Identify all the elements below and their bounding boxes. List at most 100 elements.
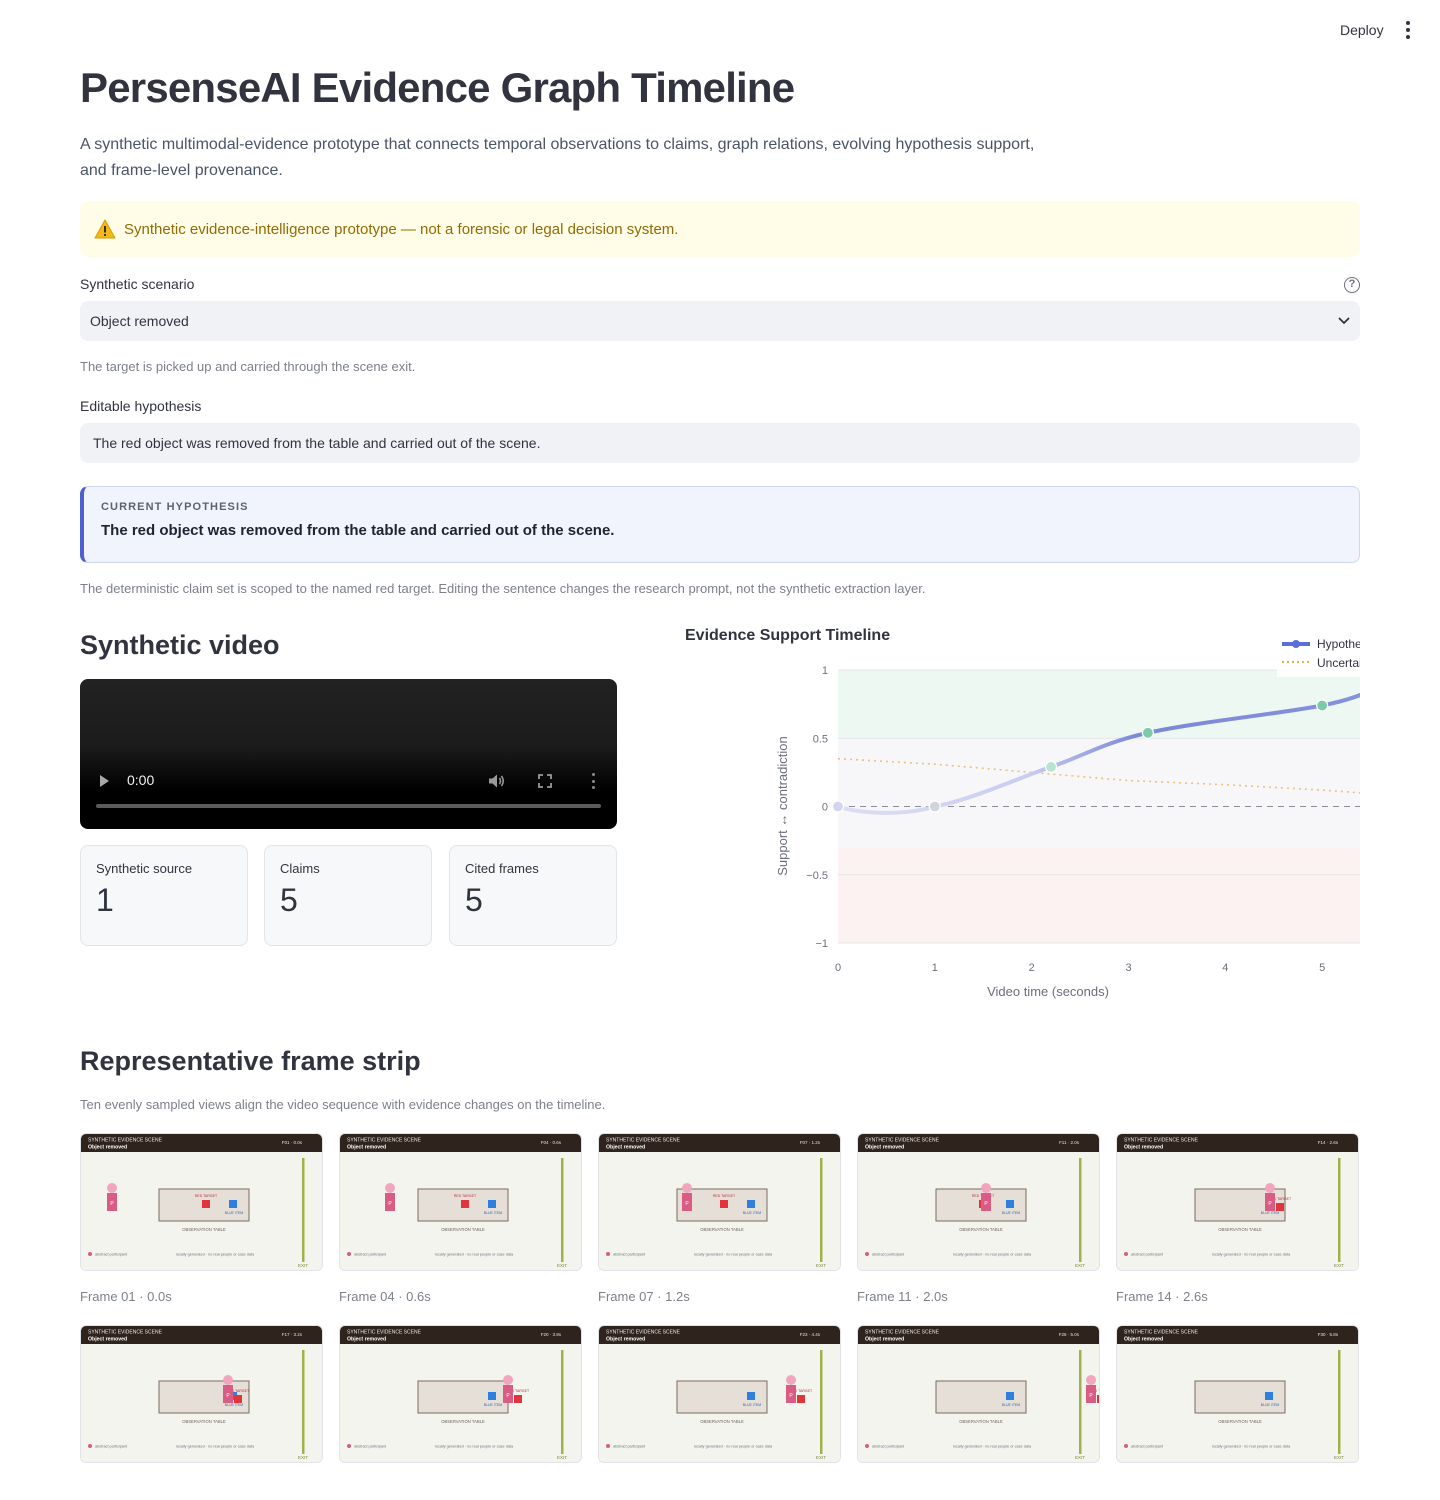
page-subtitle: A synthetic multimodal-evidence prototyp… (80, 136, 1035, 179)
frame-tag: F26 · 5.0s (1059, 1332, 1080, 1337)
x-tick-label: 2 (1029, 962, 1035, 974)
blue-item-label: BLUE ITEM (1261, 1211, 1280, 1215)
frame-thumbnail[interactable]: SYNTHETIC EVIDENCE SCENE Object removed F2… (857, 1325, 1100, 1463)
scene-title: SYNTHETIC EVIDENCE SCENE (88, 1138, 163, 1144)
legend-mid: locally generated · no real people or ca… (694, 1445, 773, 1449)
frame-thumbnail[interactable]: SYNTHETIC EVIDENCE SCENE Object removed F1… (80, 1325, 323, 1463)
legend-left: abstract participant (872, 1445, 905, 1449)
frame-thumbnail[interactable]: SYNTHETIC EVIDENCE SCENE Object removed F1… (857, 1133, 1100, 1271)
exit-label: EXIT (1075, 1263, 1085, 1268)
volume-icon[interactable] (488, 773, 506, 789)
y-tick-label: 0.5 (813, 733, 828, 745)
video-heading: Synthetic video (80, 630, 280, 660)
exit-bar (820, 1158, 823, 1262)
legend-mid: locally generated · no real people or ca… (953, 1253, 1032, 1257)
metric-cited-frames: Cited frames 5 (449, 845, 617, 946)
table-label: OBSERVATION TABLE (700, 1227, 744, 1232)
exit-label: EXIT (298, 1455, 308, 1460)
main-menu-icon[interactable] (1398, 18, 1418, 42)
legend-left: abstract participant (95, 1445, 128, 1449)
y-tick-label: −0.5 (806, 870, 828, 882)
legend-left: abstract participant (1131, 1253, 1164, 1257)
video-player[interactable]: 0:00 (80, 679, 617, 829)
scene-title: SYNTHETIC EVIDENCE SCENE (347, 1330, 422, 1336)
legend-mid: locally generated · no real people or ca… (176, 1253, 255, 1257)
participant-legend-dot (347, 1444, 351, 1448)
page-title: PersenseAI Evidence Graph Timeline (80, 64, 795, 111)
frame-thumbnail[interactable]: SYNTHETIC EVIDENCE SCENE Object removed F2… (339, 1325, 582, 1463)
legend-left: abstract participant (1131, 1445, 1164, 1449)
blue-item (1006, 1392, 1014, 1400)
frame-tag: F20 · 3.8s (541, 1332, 562, 1337)
exit-bar (1338, 1350, 1341, 1454)
participant-legend-dot (606, 1252, 610, 1256)
chart-legend: Hypothesis support Uncertainty (1277, 635, 1360, 677)
blue-item-label: BLUE ITEM (743, 1403, 762, 1407)
blue-item (488, 1392, 496, 1400)
scene-title: SYNTHETIC EVIDENCE SCENE (606, 1330, 681, 1336)
frame-thumbnail[interactable]: SYNTHETIC EVIDENCE SCENE Object removed F0… (598, 1133, 841, 1271)
exit-label: EXIT (1334, 1263, 1344, 1268)
participant-head (786, 1375, 796, 1385)
chart-band (838, 738, 1360, 848)
frame-caption: Frame 14 · 2.6s (1116, 1289, 1208, 1304)
metric-synthetic-source: Synthetic source 1 (80, 845, 248, 946)
hypothesis-card-text: The red object was removed from the tabl… (101, 522, 615, 539)
frame-thumbnail[interactable]: SYNTHETIC EVIDENCE SCENE Object removed F0… (339, 1133, 582, 1271)
red-target (514, 1395, 522, 1403)
participant-head (385, 1183, 395, 1193)
x-tick-label: 3 (1125, 962, 1131, 974)
exit-label: EXIT (298, 1263, 308, 1268)
blue-item-label: BLUE ITEM (225, 1403, 244, 1407)
hypothesis-note: The deterministic claim set is scoped to… (80, 581, 926, 596)
y-tick-label: −1 (815, 938, 828, 950)
support-point[interactable] (928, 800, 941, 813)
play-icon[interactable] (100, 775, 109, 787)
blue-item (747, 1200, 755, 1208)
support-point[interactable] (1044, 760, 1058, 774)
scene-subtitle: Object removed (1124, 1337, 1163, 1343)
frame-tag: F11 · 2.0s (1059, 1140, 1080, 1145)
video-progress-bar[interactable] (96, 804, 601, 808)
frame-thumbnail[interactable]: SYNTHETIC EVIDENCE SCENE Object removed F2… (598, 1325, 841, 1463)
y-tick-label: 0 (822, 802, 828, 814)
frame-thumbnail[interactable]: SYNTHETIC EVIDENCE SCENE Object removed F3… (1116, 1325, 1359, 1463)
exit-label: EXIT (557, 1263, 567, 1268)
scenario-select-value: Object removed (90, 313, 189, 329)
scene-subtitle: Object removed (88, 1145, 127, 1151)
x-tick-label: 4 (1222, 962, 1228, 974)
blue-item-label: BLUE ITEM (743, 1211, 762, 1215)
legend-mid: locally generated · no real people or ca… (435, 1445, 514, 1449)
warning-banner: Synthetic evidence-intelligence prototyp… (80, 201, 1360, 257)
red-target (797, 1395, 805, 1403)
scenario-select[interactable]: Object removed (80, 301, 1360, 341)
frame-caption: Frame 07 · 1.2s (598, 1289, 690, 1304)
hypothesis-label: Editable hypothesis (80, 398, 202, 414)
support-point[interactable] (1141, 726, 1154, 739)
scene-subtitle: Object removed (347, 1145, 386, 1151)
blue-item-label: BLUE ITEM (1002, 1403, 1021, 1407)
hypothesis-input[interactable] (80, 423, 1360, 463)
support-point[interactable] (831, 800, 845, 813)
x-tick-label: 1 (932, 962, 938, 974)
x-tick-label: 5 (1319, 962, 1325, 974)
help-icon[interactable]: ? (1344, 277, 1360, 293)
exit-label: EXIT (1334, 1455, 1344, 1460)
legend-mid: locally generated · no real people or ca… (176, 1445, 255, 1449)
scene-title: SYNTHETIC EVIDENCE SCENE (606, 1138, 681, 1144)
exit-label: EXIT (816, 1455, 826, 1460)
table-label: OBSERVATION TABLE (959, 1419, 1003, 1424)
support-point[interactable] (1316, 699, 1329, 712)
scene-title: SYNTHETIC EVIDENCE SCENE (865, 1138, 940, 1144)
red-target-label: RED TARGET (195, 1194, 218, 1198)
video-options-icon[interactable] (590, 773, 596, 789)
warning-icon (94, 219, 116, 239)
participant-head (682, 1183, 692, 1193)
frame-tag: F17 · 3.2s (282, 1332, 303, 1337)
deploy-button[interactable]: Deploy (1330, 20, 1394, 40)
frame-thumbnail[interactable]: SYNTHETIC EVIDENCE SCENE Object removed F0… (80, 1133, 323, 1271)
scene-subtitle: Object removed (88, 1337, 127, 1343)
blue-item (488, 1200, 496, 1208)
fullscreen-icon[interactable] (538, 774, 552, 788)
frame-thumbnail[interactable]: SYNTHETIC EVIDENCE SCENE Object removed F1… (1116, 1133, 1359, 1271)
